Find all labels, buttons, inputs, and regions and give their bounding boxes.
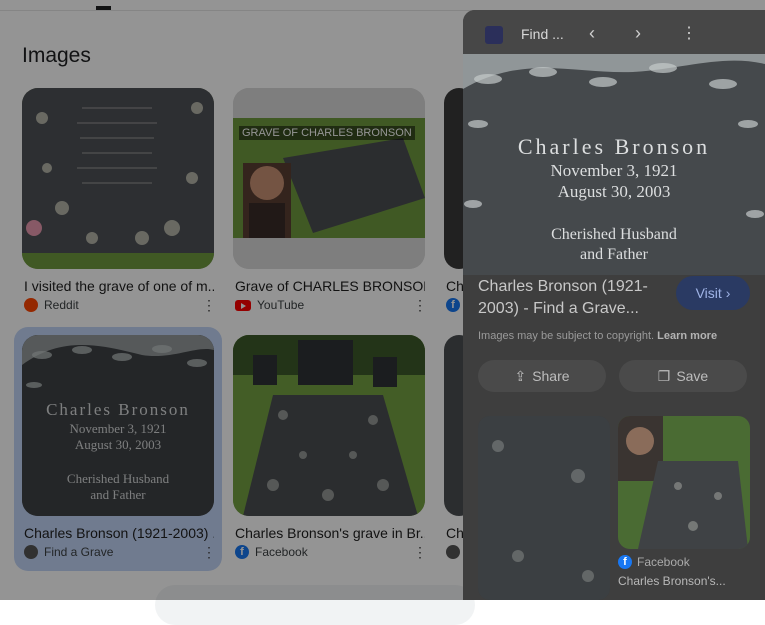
panel-site-title[interactable]: Find ... [521, 26, 564, 42]
related-image-2[interactable] [618, 416, 750, 549]
related-source: f Facebook [618, 555, 690, 569]
copyright-notice: Images may be subject to copyright. Lear… [478, 330, 717, 342]
save-label: Save [676, 368, 709, 384]
panel-header: Find ... ‹ › ⋮ [463, 10, 765, 54]
bookmark-icon: ❐ [657, 367, 671, 384]
image-preview-panel: Find ... ‹ › ⋮ Charles Bronson November … [463, 10, 765, 600]
related-source-label: Facebook [637, 555, 690, 569]
visit-button[interactable]: Visit › [676, 276, 750, 310]
headstone-epitaph-line2: and Father [580, 246, 649, 263]
next-chevron-icon[interactable]: › [635, 23, 641, 44]
headstone-death-text: August 30, 2003 [558, 182, 671, 201]
headstone-name-text: Charles Bronson [518, 134, 710, 159]
save-button[interactable]: ❐ Save [619, 360, 747, 392]
previous-chevron-icon[interactable]: ‹ [589, 23, 595, 44]
related-image-1[interactable] [478, 416, 610, 600]
related-grave-photo [478, 416, 610, 600]
copyright-text: Images may be subject to copyright. [478, 330, 655, 342]
share-icon: ⇪ [514, 367, 527, 384]
headstone-epitaph-line1: Cherished Husband [551, 226, 677, 243]
learn-more-link[interactable]: Learn more [657, 330, 717, 342]
site-favicon-icon [485, 26, 503, 44]
share-button[interactable]: ⇪ Share [478, 360, 606, 392]
chevron-right-icon: › [725, 285, 731, 301]
related-facebook-photo [618, 416, 750, 549]
preview-image-title[interactable]: Charles Bronson (1921-2003) - Find a Gra… [478, 276, 668, 320]
preview-image[interactable]: Charles Bronson November 3, 1921 August … [463, 54, 765, 275]
share-label: Share [532, 368, 570, 384]
facebook-icon: f [618, 555, 632, 569]
headstone-large-photo: Charles Bronson November 3, 1921 August … [463, 54, 765, 275]
more-options-icon[interactable]: ⋮ [681, 23, 697, 43]
headstone-birth-text: November 3, 1921 [550, 161, 677, 180]
related-caption[interactable]: Charles Bronson's... [618, 574, 726, 588]
visit-label: Visit [695, 285, 722, 301]
